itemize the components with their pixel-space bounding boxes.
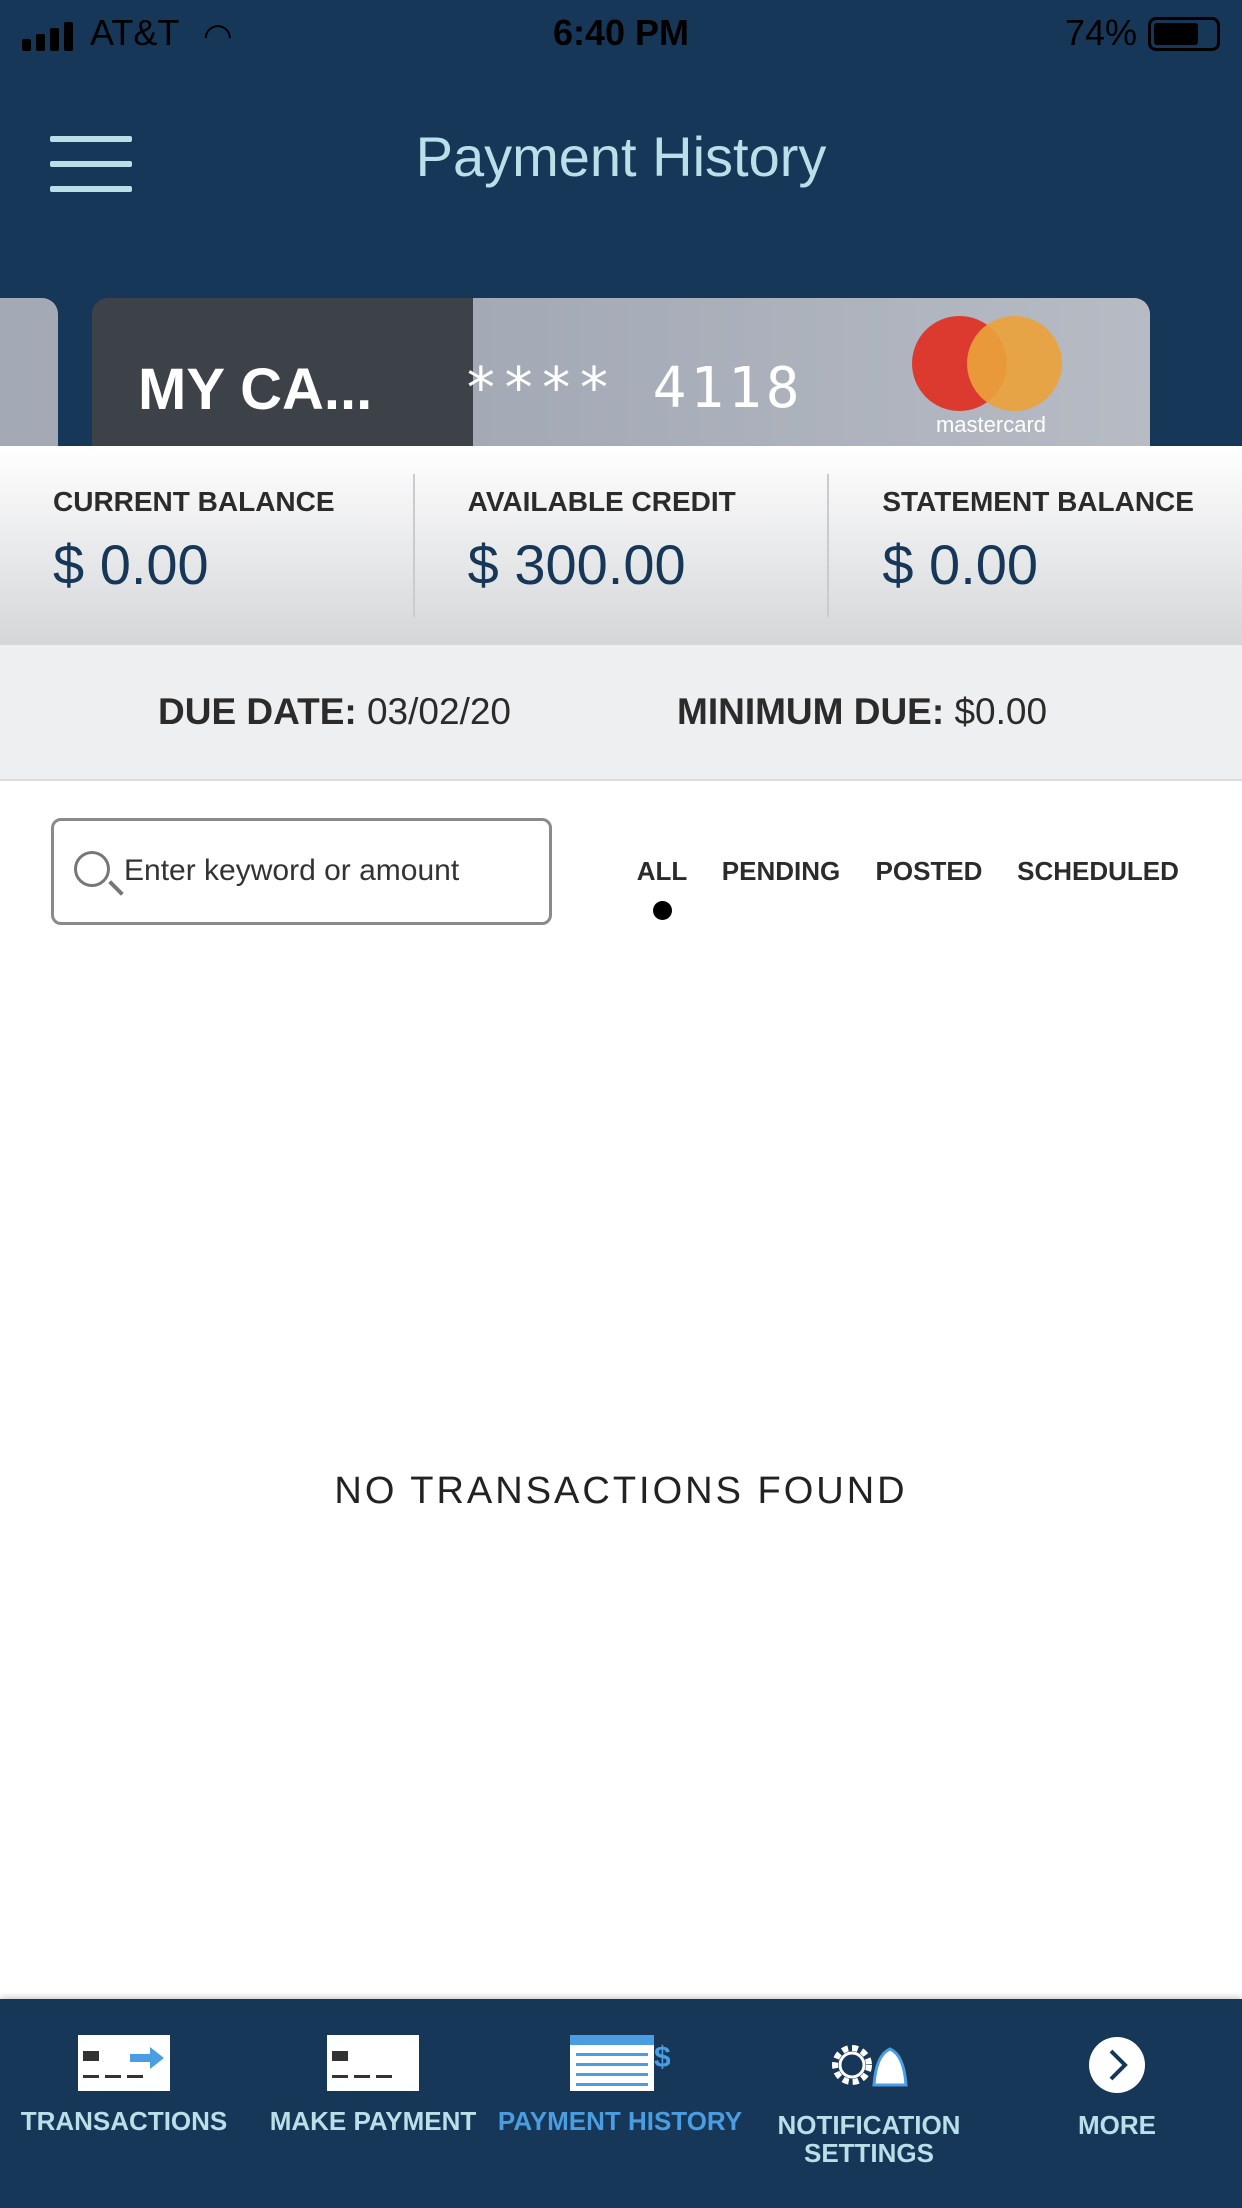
- clock: 6:40 PM: [552, 12, 690, 53]
- search-icon: [74, 851, 110, 887]
- gear-bell-icon: [832, 2045, 908, 2087]
- statement-balance: STATEMENT BALANCE $ 0.00: [882, 486, 1194, 596]
- search-input[interactable]: [124, 843, 534, 899]
- balance-summary: CURRENT BALANCE $ 0.00 AVAILABLE CREDIT $ …: [0, 446, 1242, 645]
- tab-pending[interactable]: PENDING: [722, 856, 840, 887]
- tab-scheduled[interactable]: SCHEDULED: [1017, 856, 1179, 887]
- nav-more[interactable]: MORE: [992, 2035, 1242, 2139]
- mastercard-logo: mastercard: [912, 316, 1062, 437]
- credit-card[interactable]: MY CA... **** 4118 mastercard: [92, 298, 1150, 446]
- due-date: DUE DATE: 03/02/20: [158, 691, 512, 732]
- empty-state-message: NO TRANSACTIONS FOUND: [334, 1470, 908, 1512]
- nav-notification-settings[interactable]: NOTIFICATION SETTINGS: [744, 2035, 994, 2167]
- nav-payment-history[interactable]: $ PAYMENT HISTORY: [495, 2035, 745, 2135]
- svg-text:$: $: [654, 2041, 670, 2074]
- bottom-nav: TRANSACTIONS MAKE PAYMENT $ PAYMENT HIST…: [0, 1999, 1242, 2208]
- search-box[interactable]: [51, 818, 552, 925]
- minimum-due: MINIMUM DUE: $0.00: [677, 691, 1048, 732]
- transactions-icon: [78, 2035, 170, 2091]
- nav-transactions[interactable]: TRANSACTIONS: [0, 2035, 249, 2135]
- current-balance: CURRENT BALANCE $ 0.00: [0, 474, 415, 617]
- battery-percent: 74%: [1064, 12, 1137, 53]
- nav-make-payment[interactable]: MAKE PAYMENT: [248, 2035, 498, 2135]
- battery-icon: [1148, 17, 1220, 51]
- tab-all[interactable]: ALL: [637, 856, 688, 887]
- due-info: DUE DATE: 03/02/20 MINIMUM DUE: $0.00: [0, 645, 1242, 781]
- status-bar: AT&T ◠ 6:40 PM 74%: [0, 0, 1242, 70]
- previous-card[interactable]: [0, 298, 58, 446]
- header-area: AT&T ◠ 6:40 PM 74% Payment History MY CA…: [0, 0, 1242, 446]
- available-credit: AVAILABLE CREDIT $ 300.00: [415, 474, 830, 617]
- calendar-dollar-icon: $: [570, 2035, 670, 2091]
- page-title: Payment History: [415, 125, 827, 188]
- card-number: **** 4118: [464, 356, 804, 421]
- selected-tab-indicator: [653, 901, 672, 920]
- tab-posted[interactable]: POSTED: [876, 856, 983, 887]
- make-payment-icon: [327, 2035, 419, 2091]
- chevron-right-circle-icon: [1089, 2037, 1145, 2093]
- card-name: MY CA...: [138, 357, 373, 422]
